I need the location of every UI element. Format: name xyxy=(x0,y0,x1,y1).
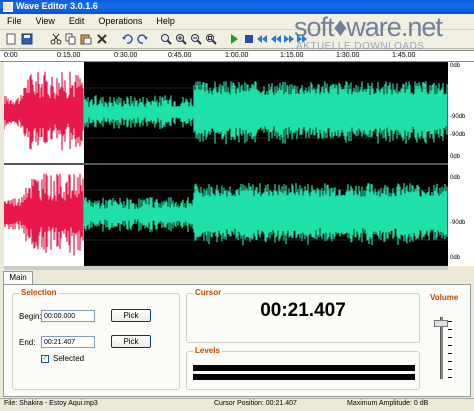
db-label: 0db xyxy=(450,255,461,261)
new-icon[interactable] xyxy=(5,33,17,45)
db-label: -90db xyxy=(450,114,466,120)
stop-icon[interactable] xyxy=(243,33,255,45)
cut-icon[interactable] xyxy=(50,33,62,45)
waveform-channel-left[interactable] xyxy=(4,62,448,164)
time-ruler: 0:00 0:15.00 0:30.00 0:45.00 1:00.00 1:1… xyxy=(0,50,474,62)
ruler-label: 0:30.00 xyxy=(114,52,138,59)
status-file: File: Shakira - Estoy Aqui.mp3 xyxy=(4,400,98,407)
channel-divider xyxy=(4,163,448,165)
copy-icon[interactable] xyxy=(65,33,77,45)
main-panel: Selection Begin: Pick End: Pick ✓ Select… xyxy=(3,284,471,397)
db-label: 0db xyxy=(450,63,461,69)
db-label: -90db xyxy=(450,220,466,226)
menu-help[interactable]: Help xyxy=(149,14,182,26)
status-cursor-position: Cursor Position: 00:21.407 xyxy=(214,400,297,407)
menu-file[interactable]: File xyxy=(0,14,29,26)
end-label: End: xyxy=(19,338,36,347)
cursor-title: Cursor xyxy=(193,288,224,297)
rewind-icon[interactable] xyxy=(270,33,282,45)
tab-strip: Main xyxy=(0,271,474,285)
status-bar: File: Shakira - Estoy Aqui.mp3 Cursor Po… xyxy=(0,398,474,411)
volume-title: Volume xyxy=(428,293,461,302)
db-label: 0db xyxy=(450,175,461,181)
status-max-amplitude: Maximum Amplitude: 0 dB xyxy=(347,400,429,407)
zoom-in-icon[interactable] xyxy=(175,33,187,45)
window-title: Wave Editor 3.0.1.6 xyxy=(16,1,98,11)
selected-checkbox[interactable]: ✓ xyxy=(41,355,49,363)
save-icon[interactable] xyxy=(21,33,33,45)
cursor-value: 00:21.407 xyxy=(260,300,346,321)
undo-icon[interactable] xyxy=(121,33,133,45)
begin-input[interactable] xyxy=(41,310,95,322)
waveform-channel-right[interactable] xyxy=(4,164,448,266)
end-input[interactable] xyxy=(41,336,95,348)
app-icon xyxy=(3,2,13,12)
paste-icon[interactable] xyxy=(80,33,92,45)
selected-label: Selected xyxy=(53,354,85,363)
ruler-label: 0:00 xyxy=(4,52,18,59)
ruler-label: 1:45.00 xyxy=(392,52,416,59)
zoom-all-icon[interactable] xyxy=(205,33,217,45)
menu-view[interactable]: View xyxy=(29,14,62,26)
level-meter-right xyxy=(193,374,415,380)
begin-pick-button[interactable]: Pick xyxy=(111,309,151,322)
tab-main[interactable]: Main xyxy=(3,271,33,285)
rewind-start-icon[interactable] xyxy=(257,33,269,45)
db-scale: 0db -90db -90db 0db 0db -90db 0db xyxy=(448,62,474,266)
ruler-label: 1:30.00 xyxy=(336,52,360,59)
db-label: 0db xyxy=(450,154,461,160)
cursor-group: Cursor 00:21.407 xyxy=(186,288,420,343)
watermark-brand: soft♦ware.net xyxy=(294,12,443,42)
selection-title: Selection xyxy=(19,288,59,297)
ruler-label: 0:15.00 xyxy=(57,52,81,59)
levels-title: Levels xyxy=(193,346,222,355)
horizontal-scrollbar[interactable] xyxy=(4,266,448,270)
ruler-label: 1:00.00 xyxy=(225,52,249,59)
ruler-label: 1:15.00 xyxy=(280,52,304,59)
delete-icon[interactable] xyxy=(96,33,108,45)
end-pick-button[interactable]: Pick xyxy=(111,335,151,348)
zoom-out-icon[interactable] xyxy=(190,33,202,45)
menu-operations[interactable]: Operations xyxy=(91,14,149,26)
menu-edit[interactable]: Edit xyxy=(62,14,92,26)
level-meter-left xyxy=(193,365,415,371)
db-label: -90db xyxy=(450,132,466,138)
zoom-selection-icon[interactable] xyxy=(160,33,172,45)
begin-label: Begin: xyxy=(19,312,42,321)
volume-group: Volume xyxy=(426,293,466,390)
volume-slider[interactable] xyxy=(430,305,460,385)
ruler-label: 0:45.00 xyxy=(168,52,192,59)
volume-slider-thumb[interactable] xyxy=(434,320,448,327)
play-icon[interactable] xyxy=(228,33,240,45)
redo-icon[interactable] xyxy=(137,33,149,45)
levels-group: Levels xyxy=(186,346,420,390)
selection-group: Selection Begin: Pick End: Pick ✓ Select… xyxy=(12,288,180,390)
